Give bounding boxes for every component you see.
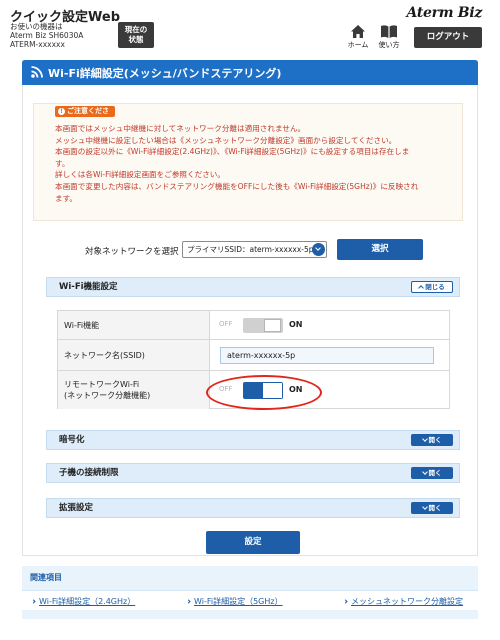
ssid-input[interactable]: aterm-xxxxxx-5p <box>220 347 434 364</box>
notice-badge: ! ご注意ください <box>55 106 115 126</box>
table-row: リモートワークWi-Fi (ネットワーク分離機能) OFF ON <box>58 371 449 409</box>
select-button[interactable]: 選択 <box>337 239 423 260</box>
status-button-label-2: 状態 <box>128 35 144 44</box>
section-extended[interactable]: 拡張設定 開く <box>46 498 460 518</box>
switch-knob <box>263 383 282 398</box>
device-info: お使いの機器は Aterm Biz SH6030A ATERM-xxxxxx <box>10 22 83 49</box>
network-select-label: 対象ネットワークを選択 <box>85 247 179 257</box>
table-row: ネットワーク名(SSID) aterm-xxxxxx-5p <box>58 340 449 371</box>
section-encryption[interactable]: 暗号化 開く <box>46 430 460 450</box>
chevron-down-icon <box>421 469 428 475</box>
manual-label: 使い方 <box>378 41 400 49</box>
apply-button[interactable]: 設定 <box>206 531 300 554</box>
section-title: 子機の接続制限 <box>59 468 119 478</box>
collapse-button[interactable]: 閉じる <box>411 281 453 293</box>
header: クイック設定Web お使いの機器は Aterm Biz SH6030A ATER… <box>0 0 500 56</box>
expand-label: 開く <box>428 436 442 444</box>
chevron-right-icon <box>186 599 191 604</box>
related-link-label: メッシュネットワーク分離設定 <box>351 597 463 606</box>
expand-button[interactable]: 開く <box>411 434 453 446</box>
brand-logo: Aterm Biz <box>406 5 483 21</box>
device-name: ATERM-xxxxxx <box>10 40 65 49</box>
notice-line: 本画面で変更した内容は、バンドステアリング機能をOFFにした後も《Wi-Fi詳細… <box>55 181 419 191</box>
notice-line: ます。 <box>55 193 78 203</box>
row-value: OFF ON <box>211 371 449 409</box>
page-title: Wi-Fi詳細設定(メッシュ/バンドステアリング) <box>48 67 282 80</box>
wifi-settings-table: Wi-Fi機能 OFF ON ネットワーク名(SSID) aterm-xxxxx… <box>57 310 450 409</box>
remote-work-label: リモートワークWi-Fi <box>64 380 140 389</box>
device-model: Aterm Biz SH6030A <box>10 31 84 40</box>
related-link-label: Wi-Fi詳細設定（5GHz） <box>194 597 283 606</box>
ssid-label: ネットワーク名(SSID) <box>64 350 145 360</box>
chevron-down-icon <box>421 436 428 442</box>
related-link-wifi-24ghz[interactable]: Wi-Fi詳細設定（2.4GHz） <box>31 596 136 607</box>
expand-button[interactable]: 開く <box>411 502 453 514</box>
expand-label: 開く <box>428 469 442 477</box>
notice-line: 本画面の設定以外に《Wi-Fi詳細設定(2.4GHz)》、《Wi-Fi詳細設定(… <box>55 147 410 157</box>
notice-line: 詳しくは各Wi-Fi詳細設定画面をご参照ください。 <box>55 170 225 180</box>
notice-line: す。 <box>55 158 70 168</box>
home-icon <box>351 25 365 38</box>
section-client-limit[interactable]: 子機の接続制限 開く <box>46 463 460 483</box>
chevron-right-icon <box>31 599 36 604</box>
device-info-line: お使いの機器は <box>10 22 63 31</box>
row-label: リモートワークWi-Fi (ネットワーク分離機能) <box>58 371 210 409</box>
collapse-label: 閉じる <box>425 283 445 291</box>
section-title: 暗号化 <box>59 435 85 445</box>
switch-on-label: ON <box>289 385 303 394</box>
notice-line: メッシュ中継機に設定したい場合は《メッシュネットワーク分離設定》画面から設定して… <box>55 135 397 145</box>
alert-icon: ! <box>58 108 65 115</box>
remote-work-sublabel: (ネットワーク分離機能) <box>64 391 151 400</box>
switch-track <box>243 382 283 399</box>
chevron-up-icon <box>418 285 425 291</box>
related-link-label: Wi-Fi詳細設定（2.4GHz） <box>39 597 136 606</box>
book-icon <box>381 25 397 38</box>
home-label: ホーム <box>347 41 369 49</box>
switch-off-label: OFF <box>219 385 233 393</box>
network-select-value: プライマリSSID：aterm-xxxxxx-5p <box>187 245 314 254</box>
section-title: 拡張設定 <box>59 503 94 513</box>
chevron-right-icon <box>343 599 348 604</box>
network-select[interactable]: プライマリSSID：aterm-xxxxxx-5p <box>182 241 327 258</box>
notice-line: 本画面ではメッシュ中継機に対してネットワーク分離は適用されません。 <box>55 124 306 133</box>
expand-label: 開く <box>428 504 442 512</box>
related-links: Wi-Fi詳細設定（2.4GHz） Wi-Fi詳細設定（5GHz） メッシュネッ… <box>22 590 478 610</box>
switch-track <box>243 318 283 333</box>
current-status-button[interactable]: 現在の 状態 <box>118 22 154 48</box>
expand-button[interactable]: 開く <box>411 467 453 479</box>
row-value: OFF ON <box>211 311 449 339</box>
wifi-function-label: Wi-Fi機能 <box>64 320 100 330</box>
notice-text: 本画面ではメッシュ中継機に対してネットワーク分離は適用されません。 メッシュ中継… <box>55 123 455 204</box>
related-title: 関連項目 <box>30 573 62 582</box>
row-label: Wi-Fi機能 <box>58 311 210 339</box>
wifi-icon <box>31 66 43 78</box>
section-wifi-function[interactable]: Wi-Fi機能設定 閉じる <box>46 277 460 297</box>
section-title: Wi-Fi機能設定 <box>59 282 118 292</box>
row-value: aterm-xxxxxx-5p <box>211 340 449 370</box>
chevron-down-icon <box>421 504 428 510</box>
switch-on-label: ON <box>289 320 303 329</box>
row-label: ネットワーク名(SSID) <box>58 340 210 370</box>
switch-knob <box>264 319 281 332</box>
home-button[interactable]: ホーム <box>343 24 373 52</box>
related-link-wifi-5ghz[interactable]: Wi-Fi詳細設定（5GHz） <box>186 596 283 607</box>
related-link-mesh-isolation[interactable]: メッシュネットワーク分離設定 <box>343 596 463 607</box>
chevron-down-icon <box>312 243 325 256</box>
table-row: Wi-Fi機能 OFF ON <box>58 311 449 340</box>
page-title-bar: Wi-Fi詳細設定(メッシュ/バンドステアリング) <box>22 60 478 85</box>
switch-off-label: OFF <box>219 320 233 328</box>
related-section: 関連項目 Wi-Fi詳細設定（2.4GHz） Wi-Fi詳細設定（5GHz） メ… <box>22 566 478 619</box>
manual-button[interactable]: 使い方 <box>374 24 404 52</box>
logout-button[interactable]: ログアウト <box>414 27 482 48</box>
status-button-label-1: 現在の <box>124 25 148 34</box>
